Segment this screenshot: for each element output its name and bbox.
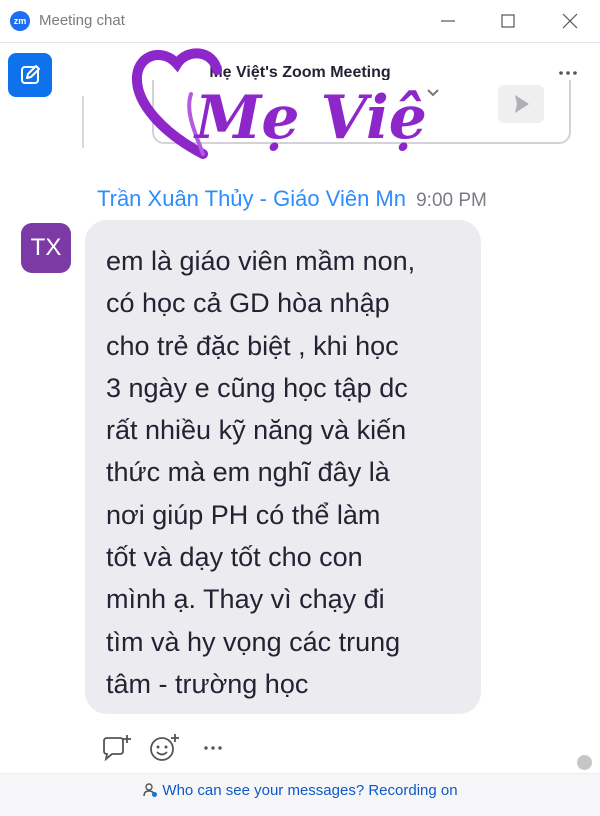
window-titlebar: zm Meeting chat [0,0,600,43]
message-text: em là giáo viên mầm non, có học cả GD hò… [106,246,416,699]
privacy-notice-text[interactable]: Who can see your messages? Recording on [162,782,457,799]
privacy-notice[interactable]: Who can see your messages? Recording on [0,782,600,799]
add-reaction-icon[interactable] [148,733,180,763]
message-meta: Trần Xuân Thủy - Giáo Viên Mn 9:00 PM [97,186,487,212]
user-privacy-icon [143,783,158,797]
maximize-icon[interactable] [495,9,521,33]
message-bubble: em là giáo viên mầm non, có học cả GD hò… [85,220,481,714]
zoom-logo-icon: zm [10,11,30,31]
sender-name[interactable]: Trần Xuân Thủy - Giáo Viên Mn [97,186,406,211]
message-time: 9:00 PM [416,190,487,211]
avatar[interactable]: TX [21,223,71,273]
window-title: Meeting chat [39,12,125,29]
close-icon[interactable] [557,9,583,33]
brand-logo: Mẹ Việt [131,48,425,159]
brand-logo-text: Mẹ Việt [193,83,425,153]
more-actions-icon[interactable] [198,733,230,763]
chevron-down-icon[interactable] [426,88,440,98]
send-icon [515,95,529,113]
chat-footer: Who can see your messages? Recording on [0,773,600,816]
minimize-icon[interactable] [435,9,461,33]
reply-icon[interactable] [100,733,132,763]
thread-line [82,96,84,148]
scrollbar[interactable] [582,112,588,770]
scrollbar-thumb[interactable] [577,755,592,770]
send-button[interactable] [498,85,544,123]
